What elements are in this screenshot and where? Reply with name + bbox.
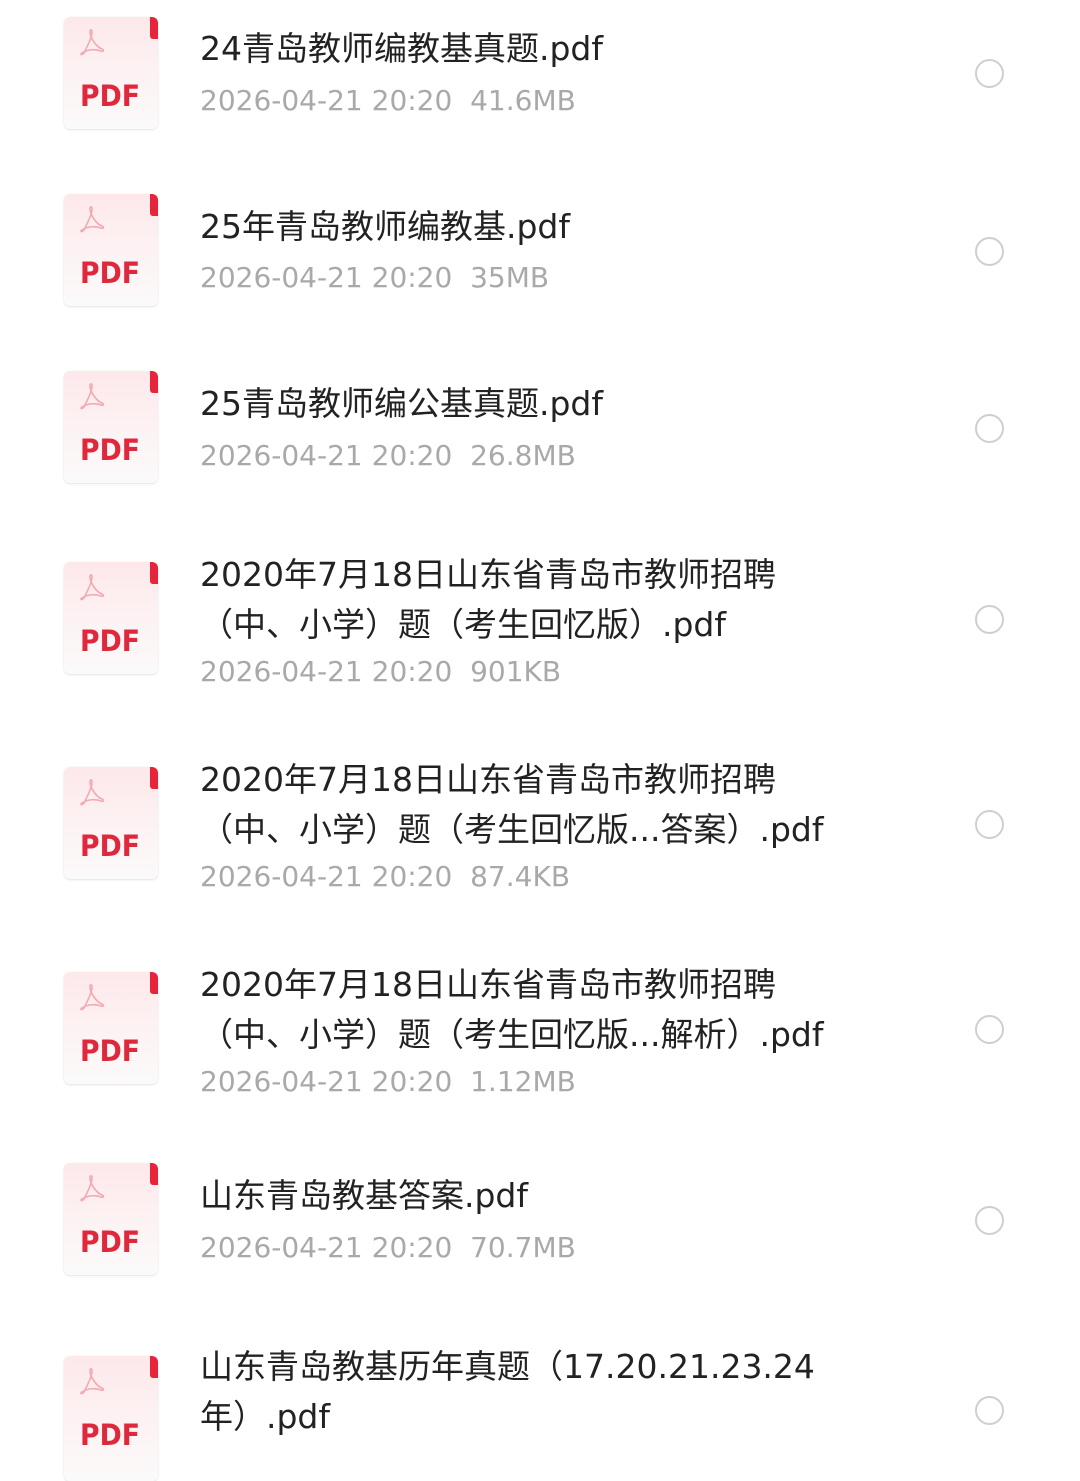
page-fold-marker: [150, 562, 158, 584]
pdf-label: PDF: [80, 256, 140, 290]
pdf-label: PDF: [80, 624, 140, 658]
pdf-label: PDF: [80, 433, 140, 467]
file-row[interactable]: PDF 2020年7月18日山东省青岛市教师招聘（中、小学）题（考生回忆版...…: [0, 940, 1080, 1140]
pdf-file-icon: PDF: [64, 371, 158, 483]
pdf-file-icon: PDF: [64, 562, 158, 674]
page-fold-marker: [150, 17, 158, 39]
file-row[interactable]: PDF 2020年7月18日山东省青岛市教师招聘（中、小学）题（考生回忆版）.p…: [0, 530, 1080, 730]
acrobat-logo-icon: [80, 1367, 105, 1395]
acrobat-logo-icon: [80, 983, 105, 1011]
acrobat-logo-icon: [80, 778, 105, 806]
acrobat-logo-icon: [80, 28, 105, 56]
pdf-file-icon: PDF: [64, 1356, 158, 1481]
page-fold-marker: [150, 972, 158, 994]
select-radio[interactable]: [975, 605, 1004, 634]
file-meta: 2026-04-21 20:20 41.6MB: [200, 84, 576, 117]
file-meta: 2026-04-21 20:20 35MB: [200, 261, 550, 294]
acrobat-logo-icon: [80, 573, 105, 601]
page-fold-marker: [150, 1163, 158, 1185]
select-radio[interactable]: [975, 810, 1004, 839]
file-meta: 2026-04-21 20:20 1.12MB: [200, 1065, 576, 1098]
acrobat-logo-icon: [80, 1174, 105, 1202]
file-row[interactable]: PDF 25青岛教师编公基真题.pdf 2026-04-21 20:20 26.…: [0, 350, 1080, 525]
file-row[interactable]: PDF 24青岛教师编教基真题.pdf 2026-04-21 20:20 41.…: [0, 0, 1080, 170]
file-row[interactable]: PDF 2020年7月18日山东省青岛市教师招聘（中、小学）题（考生回忆版...…: [0, 735, 1080, 935]
file-meta: 2026-04-21 20:20 87.4KB: [200, 860, 571, 893]
select-radio[interactable]: [975, 414, 1004, 443]
page-fold-marker: [150, 767, 158, 789]
pdf-file-icon: PDF: [64, 1163, 158, 1275]
file-name: 山东青岛教基历年真题（17.20.21.23.24年）.pdf: [200, 1347, 815, 1436]
pdf-label: PDF: [80, 1225, 140, 1259]
file-name: 24青岛教师编教基真题.pdf: [200, 29, 603, 68]
file-row[interactable]: PDF 山东青岛教基历年真题（17.20.21.23.24年）.pdf: [0, 1330, 1080, 1481]
file-name: 2020年7月18日山东省青岛市教师招聘（中、小学）题（考生回忆版）.pdf: [200, 555, 776, 644]
pdf-label: PDF: [80, 79, 140, 113]
file-row[interactable]: PDF 25年青岛教师编教基.pdf 2026-04-21 20:20 35MB: [0, 175, 1080, 345]
file-name: 25年青岛教师编教基.pdf: [200, 207, 570, 246]
pdf-label: PDF: [80, 1034, 140, 1068]
file-meta: 2026-04-21 20:20 70.7MB: [200, 1231, 576, 1264]
select-radio[interactable]: [975, 59, 1004, 88]
pdf-label: PDF: [80, 1418, 140, 1452]
pdf-file-icon: PDF: [64, 767, 158, 879]
page-fold-marker: [150, 194, 158, 216]
pdf-file-icon: PDF: [64, 194, 158, 306]
pdf-file-icon: PDF: [64, 17, 158, 129]
acrobat-logo-icon: [80, 205, 105, 233]
file-list: PDF 24青岛教师编教基真题.pdf 2026-04-21 20:20 41.…: [0, 0, 1080, 1481]
select-radio[interactable]: [975, 1015, 1004, 1044]
file-name: 2020年7月18日山东省青岛市教师招聘（中、小学）题（考生回忆版...答案）.…: [200, 760, 824, 849]
file-name: 山东青岛教基答案.pdf: [200, 1176, 529, 1215]
select-radio[interactable]: [975, 1396, 1004, 1425]
file-meta: 2026-04-21 20:20 901KB: [200, 655, 562, 688]
acrobat-logo-icon: [80, 382, 105, 410]
pdf-label: PDF: [80, 829, 140, 863]
file-meta: 2026-04-21 20:20 26.8MB: [200, 439, 576, 472]
pdf-file-icon: PDF: [64, 972, 158, 1084]
select-radio[interactable]: [975, 237, 1004, 266]
file-name: 25青岛教师编公基真题.pdf: [200, 384, 603, 423]
page-fold-marker: [150, 1356, 158, 1378]
select-radio[interactable]: [975, 1206, 1004, 1235]
page-fold-marker: [150, 371, 158, 393]
file-name: 2020年7月18日山东省青岛市教师招聘（中、小学）题（考生回忆版...解析）.…: [200, 965, 824, 1054]
file-row[interactable]: PDF 山东青岛教基答案.pdf 2026-04-21 20:20 70.7MB: [0, 1145, 1080, 1325]
